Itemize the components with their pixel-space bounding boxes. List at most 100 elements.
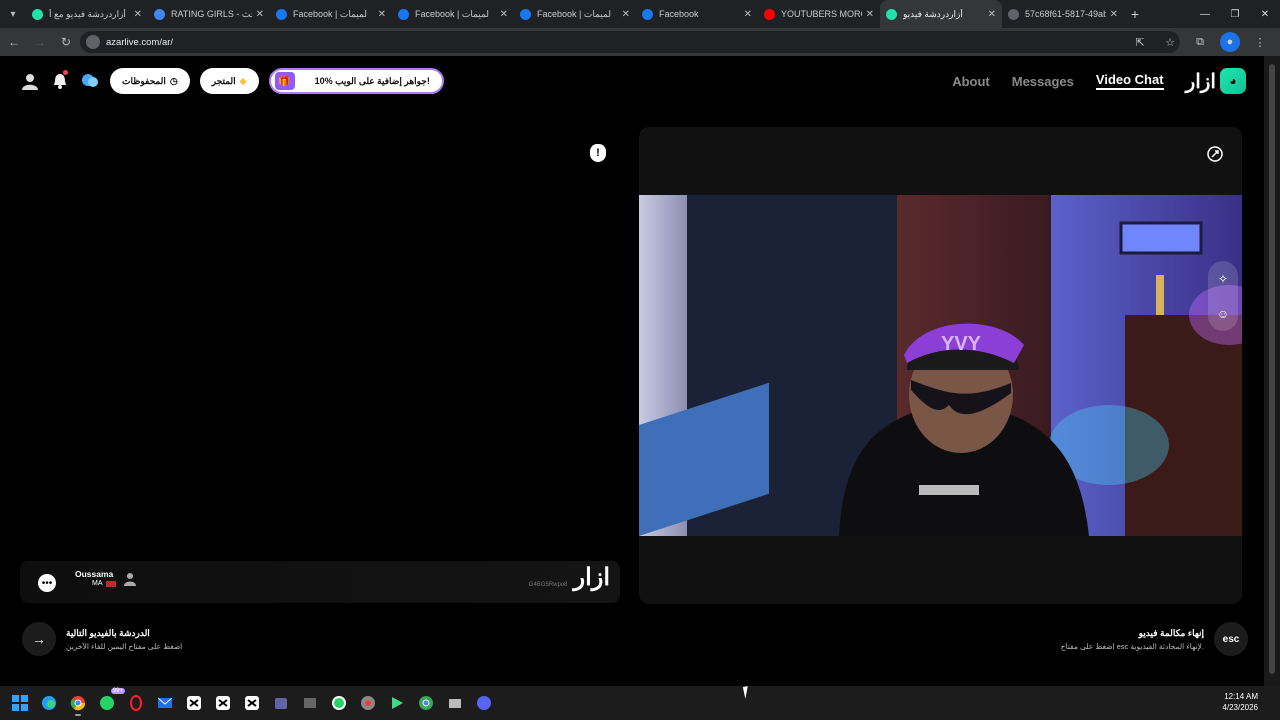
browser-tab[interactable]: أزاردردشة فيديو ✕ — [880, 0, 1002, 28]
mouse-cursor — [742, 685, 756, 699]
clock-icon: ◷ — [169, 75, 178, 86]
azar-favicon-icon — [32, 8, 43, 20]
storage-icon[interactable] — [443, 690, 467, 716]
saved-button[interactable]: المحفوظات ◷ — [110, 68, 190, 94]
close-tab-icon[interactable]: ✕ — [744, 9, 752, 20]
notification-dot — [63, 70, 68, 75]
web-favicon-icon — [1008, 8, 1019, 20]
bookmark-star-icon[interactable]: ☆ — [1160, 32, 1180, 52]
teams-icon[interactable] — [269, 690, 293, 716]
opera-icon[interactable] — [124, 690, 148, 716]
chrome-canary-icon[interactable] — [356, 690, 380, 716]
mail-icon[interactable] — [153, 690, 177, 716]
close-tab-icon[interactable]: ✕ — [866, 9, 874, 20]
maximize-icon[interactable]: ❐ — [1220, 0, 1250, 28]
capcut-icon-2[interactable] — [211, 690, 235, 716]
nav-video-chat[interactable]: Video Chat — [1095, 72, 1164, 90]
browser-toolbar: ← → ↻ azarlive.com/ar/ ⇱ ☆ ⧉ ● ⋮ — [0, 28, 1280, 56]
browser-tab[interactable]: Facebook | لميمات ✕ — [270, 0, 392, 28]
chrome-icon-2[interactable] — [414, 690, 438, 716]
back-icon[interactable]: ← — [2, 30, 26, 54]
profile-avatar[interactable]: ● — [1220, 32, 1240, 52]
close-window-icon[interactable]: ✕ — [1250, 0, 1280, 28]
person-icon[interactable] — [124, 572, 136, 586]
esc-button[interactable]: esc — [1214, 622, 1248, 656]
windows-start-icon[interactable] — [8, 690, 32, 716]
capcut-icon-3[interactable] — [240, 690, 264, 716]
store-label: المتجر — [211, 75, 236, 86]
browser-tab[interactable]: Facebook | لميمات ✕ — [392, 0, 514, 28]
site-info-icon[interactable] — [86, 35, 100, 49]
close-tab-icon[interactable]: ✕ — [622, 9, 630, 20]
close-tab-icon[interactable]: ✕ — [256, 9, 264, 20]
face-filter-icon[interactable]: ☺ — [1217, 307, 1229, 321]
next-chat-hint: → الدردشة بالفيديو التالية اضغط على مفتا… — [22, 622, 182, 656]
browser-menu-icon[interactable]: ⋮ — [1250, 32, 1270, 52]
expand-icon[interactable] — [1206, 145, 1224, 163]
azar-favicon-icon — [886, 8, 897, 20]
whatsapp-icon[interactable]: 99+ — [95, 688, 125, 716]
next-arrow-button[interactable]: → — [22, 622, 56, 656]
browser-tab[interactable]: Facebook ✕ — [636, 0, 758, 28]
notification-bell-icon[interactable] — [50, 70, 70, 91]
system-clock[interactable]: 12:14 AM 4/23/2026 — [1222, 691, 1258, 713]
install-app-icon[interactable]: ⇱ — [1130, 32, 1150, 52]
browser-tab[interactable]: أزاردردشة فيديو مع أ ✕ — [26, 0, 148, 28]
magic-wand-icon[interactable]: ✧ — [1218, 272, 1228, 286]
partner-country: MA — [92, 580, 116, 587]
forward-icon[interactable]: → — [28, 30, 52, 54]
tab-search-icon[interactable]: ▾ — [0, 0, 26, 28]
facebook-favicon-icon — [276, 8, 287, 20]
partner-info-bar: ••• Oussama MA G4BG5Rwpo8 ازار — [20, 561, 620, 603]
azar-logo[interactable]: ازار ◕ — [1186, 68, 1246, 94]
close-tab-icon[interactable]: ✕ — [378, 9, 386, 20]
nav-about[interactable]: About — [952, 74, 990, 89]
store-button[interactable]: المتجر ◆ — [199, 68, 259, 94]
gems-promo-button[interactable]: 🎁 10% جواهر إضافية على الويب! — [268, 68, 444, 94]
address-bar[interactable]: azarlive.com/ar/ — [80, 31, 1180, 53]
minimize-icon[interactable]: — — [1190, 0, 1220, 28]
capcut-icon[interactable] — [182, 690, 206, 716]
close-tab-icon[interactable]: ✕ — [500, 9, 508, 20]
edge-icon[interactable] — [37, 690, 61, 716]
new-tab-button[interactable]: + — [1124, 6, 1146, 22]
promo-label: 10% جواهر إضافية على الويب! — [314, 75, 430, 86]
browser-tab[interactable]: Facebook | لميمات ✕ — [514, 0, 636, 28]
partner-watermark: G4BG5Rwpo8 ازار — [529, 563, 610, 592]
nav-messages[interactable]: Messages — [1012, 74, 1074, 89]
facebook-favicon-icon — [398, 8, 409, 20]
page-scrollbar[interactable] — [1264, 56, 1280, 686]
tool-icon[interactable] — [298, 690, 322, 716]
windows-taskbar: 99+ 12:14 AM 4/23/2026 — [0, 686, 1280, 720]
browser-tab[interactable]: RATING GIRLS - بحث ✕ — [148, 0, 270, 28]
report-shield-icon[interactable]: ! — [590, 144, 606, 162]
browser-tab[interactable]: YOUTUBERS MOROC ✕ — [758, 0, 880, 28]
next-hint-title: الدردشة بالفيديو التالية — [66, 627, 150, 638]
tab-title: Facebook | لميمات — [415, 8, 489, 19]
tab-title: أزاردردشة فيديو — [903, 8, 963, 19]
end-hint-title: إنهاء مكالمة فيديو — [1138, 627, 1204, 638]
tab-title: Facebook | لميمات — [293, 8, 367, 19]
tab-title: أزاردردشة فيديو مع أ — [49, 8, 126, 19]
chrome-icon[interactable] — [66, 690, 90, 716]
chat-bubbles-icon[interactable] — [80, 71, 100, 91]
reload-icon[interactable]: ↻ — [54, 30, 78, 54]
camera-feed-image: YVY — [639, 195, 1242, 536]
tab-title: YOUTUBERS MOROC — [781, 9, 862, 19]
message-bubble-icon[interactable]: ••• — [38, 574, 56, 592]
close-tab-icon[interactable]: ✕ — [988, 9, 996, 20]
extensions-icon[interactable]: ⧉ — [1190, 32, 1210, 52]
user-profile-icon[interactable] — [20, 71, 40, 91]
close-tab-icon[interactable]: ✕ — [1110, 9, 1118, 20]
discord-icon[interactable] — [472, 690, 496, 716]
tab-title: RATING GIRLS - بحث — [171, 8, 252, 19]
close-tab-icon[interactable]: ✕ — [134, 9, 142, 20]
camera-tools: ✧ ☺ — [1208, 261, 1238, 331]
youtube-favicon-icon — [764, 8, 775, 20]
azar-page: المحفوظات ◷ المتجر ◆ 🎁 10% جواهر إضافية … — [0, 56, 1264, 686]
play-icon[interactable] — [385, 690, 409, 716]
browser-tab[interactable]: 57c68f61-5817-49ab ✕ — [1002, 0, 1124, 28]
tab-title: Facebook | لميمات — [537, 8, 611, 19]
whatsapp-icon-2[interactable] — [327, 690, 351, 716]
next-hint-subtitle: اضغط على مفتاح اليمين للقاء الآخرين — [66, 641, 183, 651]
